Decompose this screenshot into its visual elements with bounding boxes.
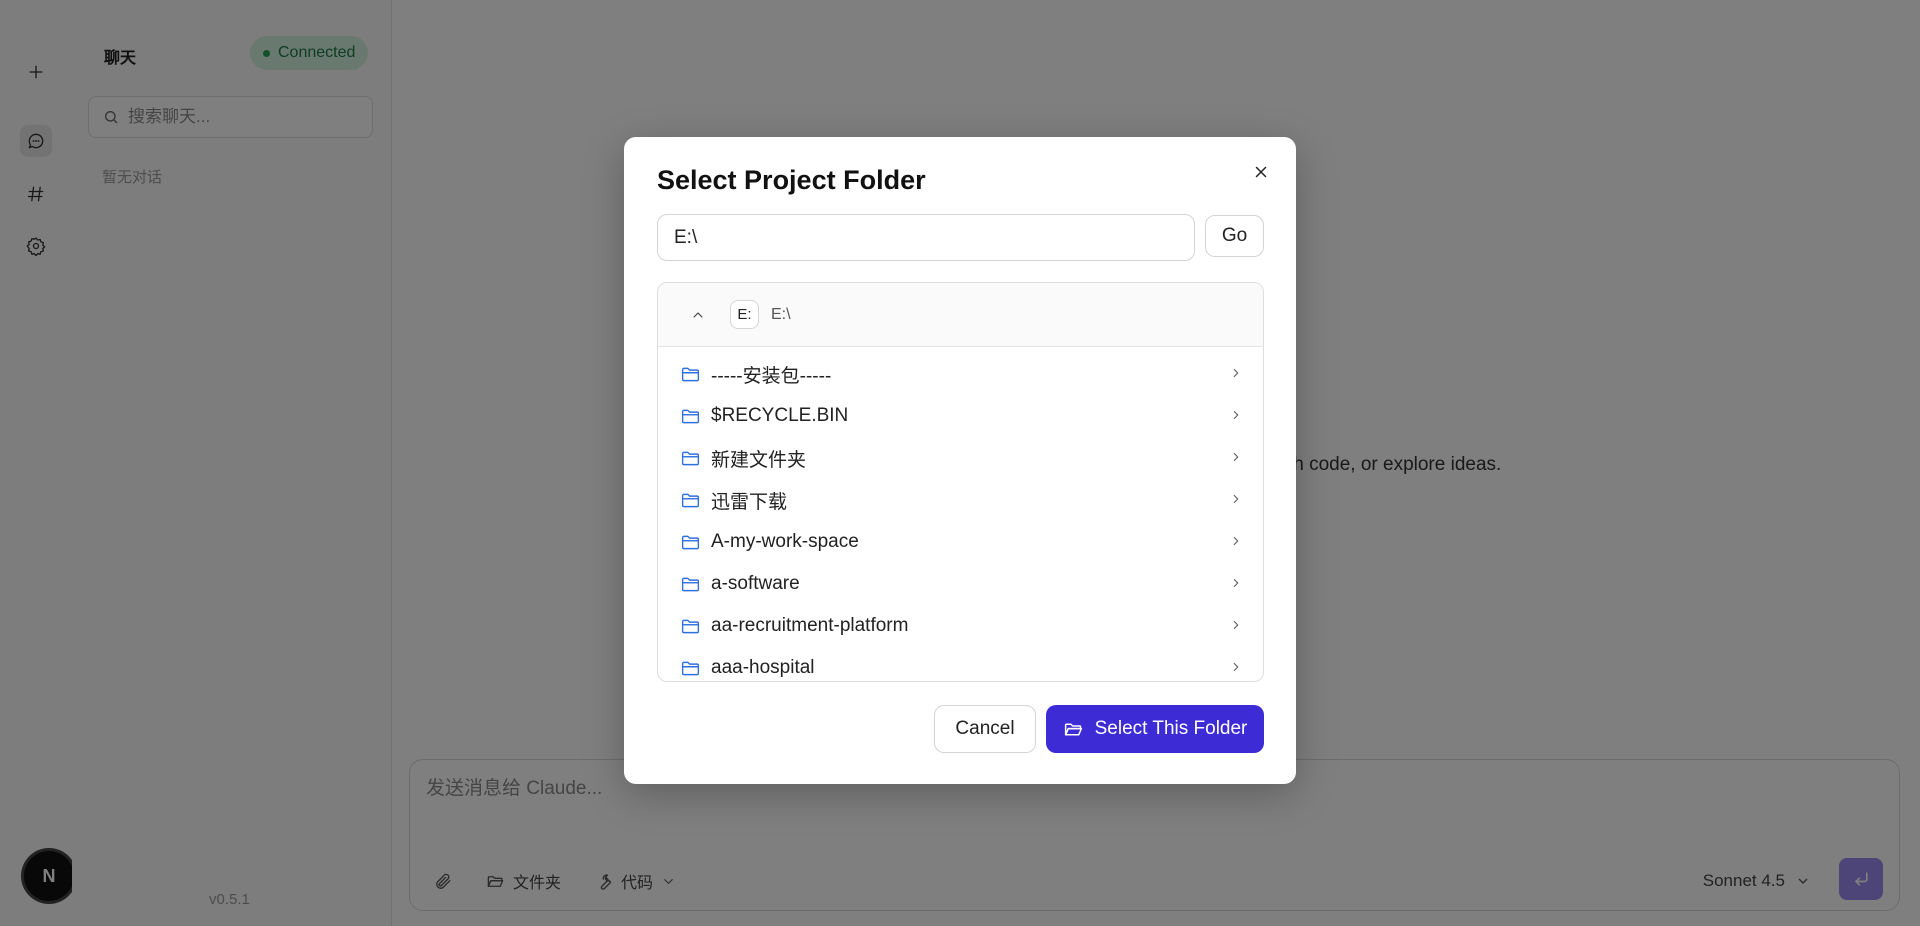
cancel-button[interactable]: Cancel [934,705,1036,753]
chevron-right-icon [1229,576,1243,590]
folder-open-icon [1064,723,1082,735]
folder-item[interactable]: $RECYCLE.BIN [658,395,1263,437]
browser-header: E: E:\ [658,283,1263,347]
folder-name: aa-recruitment-platform [711,615,909,636]
chevron-right-icon [1229,534,1243,548]
parent-folder-button[interactable] [686,303,710,327]
drive-badge: E: [730,300,759,329]
close-button[interactable] [1246,157,1276,187]
folder-icon [680,490,701,511]
folder-icon [680,616,701,637]
folder-name: 新建文件夹 [711,449,807,471]
folder-icon [680,406,701,427]
chevron-right-icon [1229,492,1243,506]
folder-icon [680,532,701,553]
chevron-up-icon [693,311,703,318]
path-input[interactable] [657,214,1195,261]
folder-item[interactable]: 迅雷下载 [658,479,1263,521]
folder-icon [680,448,701,469]
folder-icon [680,574,701,595]
chevron-right-icon [1229,618,1243,632]
folder-icon [680,658,701,679]
folder-item[interactable]: A-my-work-space [658,521,1263,563]
folder-name: aaa-hospital [711,657,815,678]
go-button[interactable]: Go [1205,215,1264,257]
folder-name: $RECYCLE.BIN [711,405,849,426]
chevron-right-icon [1229,366,1243,380]
folder-item[interactable]: aa-recruitment-platform [658,605,1263,647]
select-this-folder-label: Select This Folder [1094,718,1248,739]
select-folder-dialog: Select Project Folder Go E: E:\ -----安装包… [624,137,1296,784]
current-path: E:\ [771,305,791,323]
select-this-folder-button[interactable]: Select This Folder [1046,705,1264,753]
folder-name: 迅雷下载 [711,491,788,513]
folder-item[interactable]: 新建文件夹 [658,437,1263,479]
folder-name: A-my-work-space [711,531,859,552]
dialog-title: Select Project Folder [657,165,926,195]
folder-list: -----安装包----- $RECYCLE.BIN 新建文件夹 迅雷下载 A- [658,353,1263,681]
chevron-right-icon [1229,660,1243,674]
close-icon [1255,166,1267,178]
chevron-right-icon [1229,408,1243,422]
chevron-right-icon [1229,450,1243,464]
folder-item[interactable]: aaa-hospital [658,647,1263,681]
folder-name: a-software [711,573,800,594]
folder-item[interactable]: a-software [658,563,1263,605]
folder-name: -----安装包----- [711,365,832,387]
folder-icon [680,364,701,385]
folder-browser: E: E:\ -----安装包----- $RECYCLE.BIN 新建文件夹 [657,282,1264,682]
folder-item[interactable]: -----安装包----- [658,353,1263,395]
